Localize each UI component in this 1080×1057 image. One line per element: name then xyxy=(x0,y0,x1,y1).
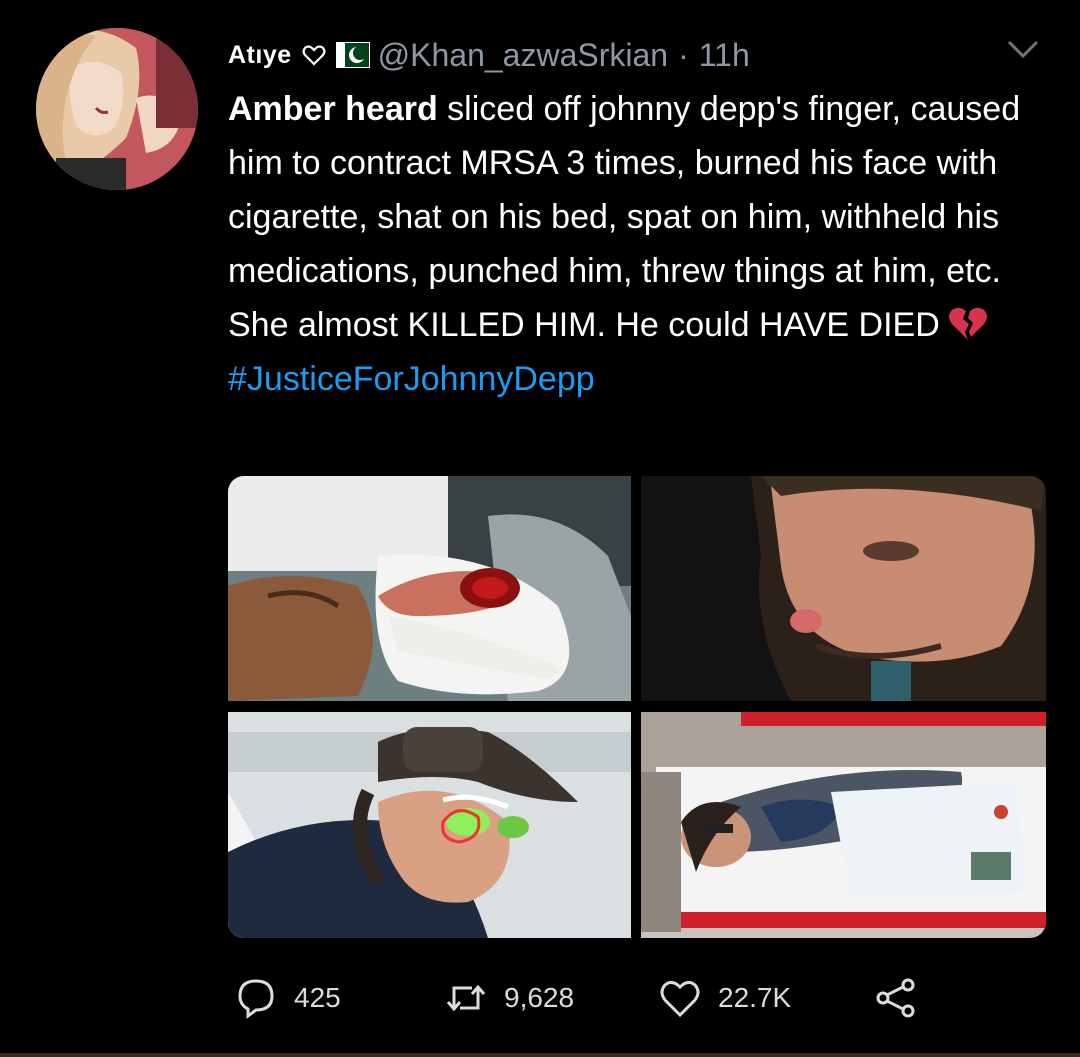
retweet-count: 9,628 xyxy=(504,982,575,1013)
broken-heart-icon xyxy=(948,307,987,340)
reply-count: 425 xyxy=(294,982,341,1013)
avatar-image xyxy=(36,28,198,190)
separator: · xyxy=(678,36,689,73)
avatar[interactable] xyxy=(36,28,198,190)
media-grid xyxy=(228,476,1046,938)
heart-outline-icon xyxy=(302,45,326,66)
chevron-down-icon[interactable] xyxy=(1006,38,1040,60)
divider xyxy=(0,1053,1080,1057)
tweet-header: Atıye @Khan_azwaSrkian · 11h xyxy=(228,30,1040,80)
tweet-text-body: sliced off johnny depp's finger, caused … xyxy=(228,90,1021,344)
like-button[interactable]: 22.7K xyxy=(658,968,791,1028)
reply-icon xyxy=(238,979,274,1019)
pakistan-flag-icon xyxy=(335,40,370,70)
media-photo-4[interactable] xyxy=(641,712,1046,938)
retweet-button[interactable]: 9,628 xyxy=(444,968,574,1028)
tweet-actions: 425 9,628 22.7K xyxy=(228,968,988,1028)
retweet-icon xyxy=(446,984,486,1012)
timestamp[interactable]: 11h xyxy=(699,37,750,74)
tweet[interactable]: Atıye @Khan_azwaSrkian · 11h Amber heard… xyxy=(0,0,1080,1057)
media-photo-2[interactable] xyxy=(641,476,1046,701)
handle[interactable]: @Khan_azwaSrkian xyxy=(378,37,668,74)
media-photo-3[interactable] xyxy=(228,712,631,938)
hashtag-link[interactable]: #JusticeForJohnnyDepp xyxy=(228,360,595,398)
like-icon xyxy=(660,980,700,1018)
display-name[interactable]: Atıye xyxy=(228,41,292,70)
media-photo-1[interactable] xyxy=(228,476,631,701)
tweet-text: Amber heard sliced off johnny depp's fin… xyxy=(228,82,1048,406)
share-button[interactable] xyxy=(874,968,918,1028)
share-icon xyxy=(876,978,915,1018)
tweet-text-bold-lead: Amber heard xyxy=(228,90,438,128)
like-count: 22.7K xyxy=(718,982,792,1013)
reply-button[interactable]: 425 xyxy=(234,968,341,1028)
